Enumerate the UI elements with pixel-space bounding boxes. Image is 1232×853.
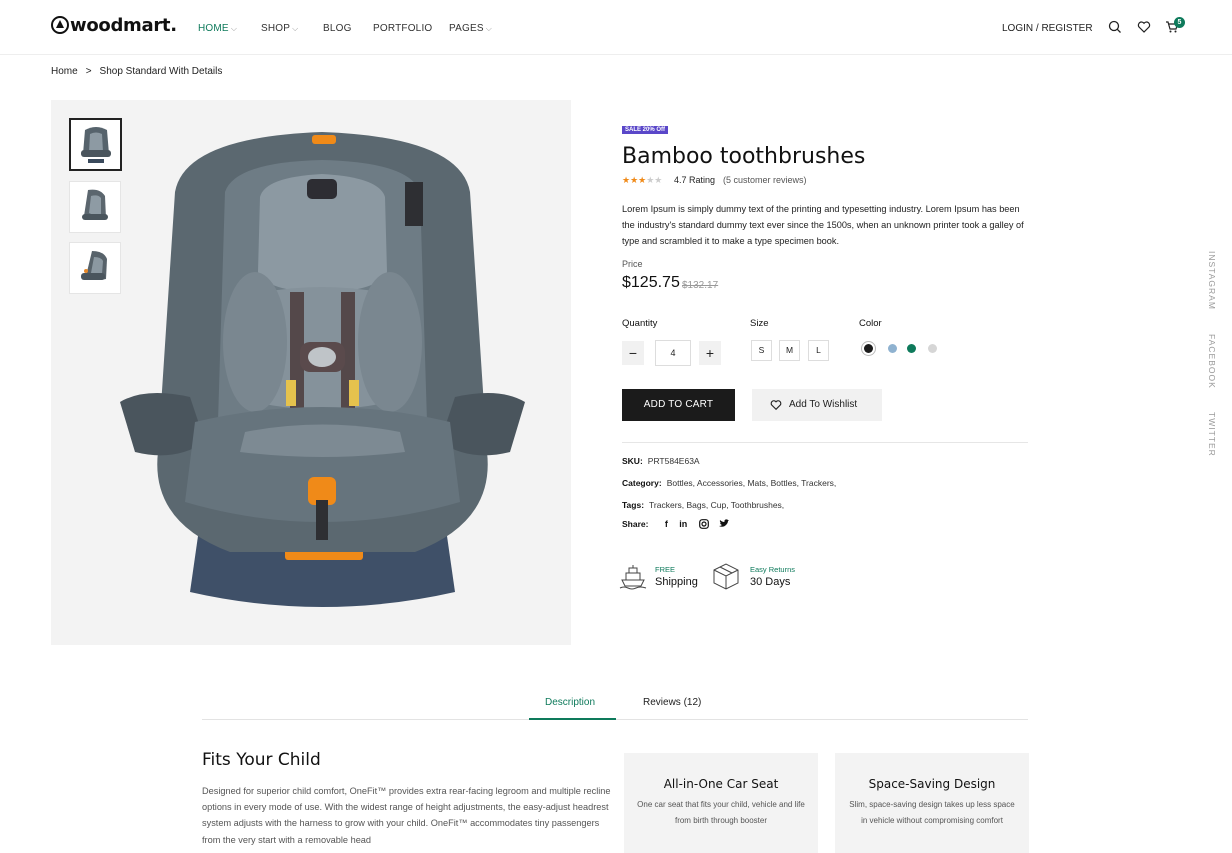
product-description: Lorem Ipsum is simply dummy text of the … — [622, 204, 1024, 247]
color-label: Color — [859, 318, 882, 329]
logo-icon — [51, 16, 69, 34]
color-swatch-black[interactable] — [864, 344, 873, 353]
color-swatch-blue[interactable] — [888, 344, 897, 353]
rating-text: 4.7 Rating — [674, 175, 716, 185]
tag-links[interactable]: Trackers, Bags, Cup, Toothbrushes, — [649, 500, 784, 510]
linkedin-icon[interactable]: in — [679, 519, 687, 529]
instagram-icon[interactable] — [698, 519, 709, 529]
breadcrumb-home[interactable]: Home — [51, 66, 78, 77]
feature-free-label: FREE — [655, 565, 676, 574]
color-swatch-grey[interactable] — [928, 344, 937, 353]
reviews-link[interactable]: (5 customer reviews) — [723, 175, 807, 185]
feature-shipping-label: Shipping — [655, 576, 698, 588]
car-seat-thumbnail-image — [82, 189, 108, 220]
tab-description[interactable]: Description — [545, 697, 595, 708]
site-header: woodmart. HOME ⌵ SHOP ⌵ BLOG PORTFOLIO PAG… — [0, 0, 1232, 55]
tags-row: Tags: Trackers, Bags, Cup, Toothbrushes, — [622, 500, 785, 510]
quantity-label: Quantity — [622, 318, 658, 329]
heart-icon[interactable] — [1137, 20, 1151, 34]
feature-card-title: Space-Saving Design — [868, 777, 996, 791]
feature-easy-returns-label: Easy Returns — [750, 565, 796, 574]
breadcrumb-separator: > — [85, 66, 92, 77]
car-seat-thumbnail-image — [81, 251, 107, 280]
category-links[interactable]: Bottles, Accessories, Mats, Bottles, Tra… — [667, 478, 837, 488]
nav-pages[interactable]: PAGES ⌵ — [449, 23, 492, 34]
cart-count-badge: 5 — [1174, 17, 1185, 28]
feature-card-text: One car seat that fits your child, vehic… — [637, 800, 805, 825]
price-label: Price — [622, 259, 643, 269]
add-to-cart-button[interactable]: ADD TO CART — [622, 389, 735, 421]
search-icon[interactable] — [1108, 20, 1122, 34]
side-link-instagram[interactable]: INSTAGRAM — [1207, 251, 1217, 310]
star-icon: ★★★ — [622, 175, 647, 185]
nav-portfolio[interactable]: PORTFOLIO — [373, 23, 432, 34]
side-link-twitter[interactable]: TWITTER — [1207, 412, 1217, 457]
quantity-input[interactable]: 4 — [655, 340, 691, 366]
gallery-thumbnail[interactable] — [69, 242, 121, 294]
heart-icon — [770, 400, 782, 411]
nav-home[interactable]: HOME ⌵ — [198, 23, 237, 34]
sku-row: SKU: PRT584E63A — [622, 456, 700, 466]
login-register-link[interactable]: LOGIN / REGISTER — [1002, 23, 1093, 34]
current-price: $125.75 — [622, 274, 680, 291]
old-price: $132.17 — [682, 280, 719, 291]
ship-icon — [619, 565, 647, 590]
car-seat-thumbnail-image — [81, 127, 111, 163]
size-option-m[interactable]: M — [779, 340, 800, 361]
feature-card: Space-Saving Design Slim, space-saving d… — [835, 753, 1029, 853]
logo[interactable]: woodmart. — [51, 15, 177, 36]
content-heading: Fits Your Child — [202, 750, 321, 770]
content-body: Designed for superior child comfort, One… — [202, 786, 611, 845]
chevron-down-icon: ⌵ — [292, 24, 299, 33]
product-title: Bamboo toothbrushes — [622, 144, 866, 169]
feature-30-days-label: 30 Days — [750, 576, 791, 588]
category-row: Category: Bottles, Accessories, Mats, Bot… — [622, 478, 837, 488]
feature-card-title: All-in-One Car Seat — [663, 777, 779, 791]
color-swatch-green[interactable] — [907, 344, 916, 353]
add-to-wishlist-button[interactable]: Add To Wishlist — [752, 389, 882, 421]
quantity-decrease-button[interactable]: − — [622, 341, 644, 365]
quantity-increase-button[interactable]: + — [699, 341, 721, 365]
facebook-icon[interactable]: f — [665, 519, 668, 529]
share-row: Share: f in — [622, 519, 729, 529]
feature-card: All-in-One Car Seat One car seat that fi… — [624, 753, 818, 853]
active-tab-indicator — [529, 718, 616, 720]
size-label: Size — [750, 318, 769, 329]
divider — [622, 442, 1028, 443]
sale-badge: SALE 20% Off — [622, 126, 669, 134]
feature-card-text: Slim, space-saving design takes up less … — [849, 800, 1015, 825]
star-rating: ★★★★★ — [622, 175, 662, 186]
chevron-down-icon: ⌵ — [485, 24, 492, 33]
chevron-down-icon: ⌵ — [230, 24, 238, 33]
size-option-l[interactable]: L — [808, 340, 829, 361]
size-option-s[interactable]: S — [751, 340, 772, 361]
box-icon — [713, 563, 739, 590]
breadcrumb-current: Shop Standard With Details — [99, 66, 223, 77]
twitter-icon[interactable] — [718, 519, 729, 528]
tab-reviews[interactable]: Reviews (12) — [643, 697, 701, 708]
breadcrumb: Home > Shop Standard With Details — [51, 66, 222, 77]
nav-shop[interactable]: SHOP ⌵ — [261, 23, 298, 34]
gallery-thumbnail[interactable] — [69, 181, 121, 233]
side-link-facebook[interactable]: FACEBOOK — [1207, 334, 1217, 389]
nav-blog[interactable]: BLOG — [323, 23, 352, 34]
star-empty-icon: ★★ — [646, 175, 663, 185]
product-main-image — [120, 132, 525, 607]
